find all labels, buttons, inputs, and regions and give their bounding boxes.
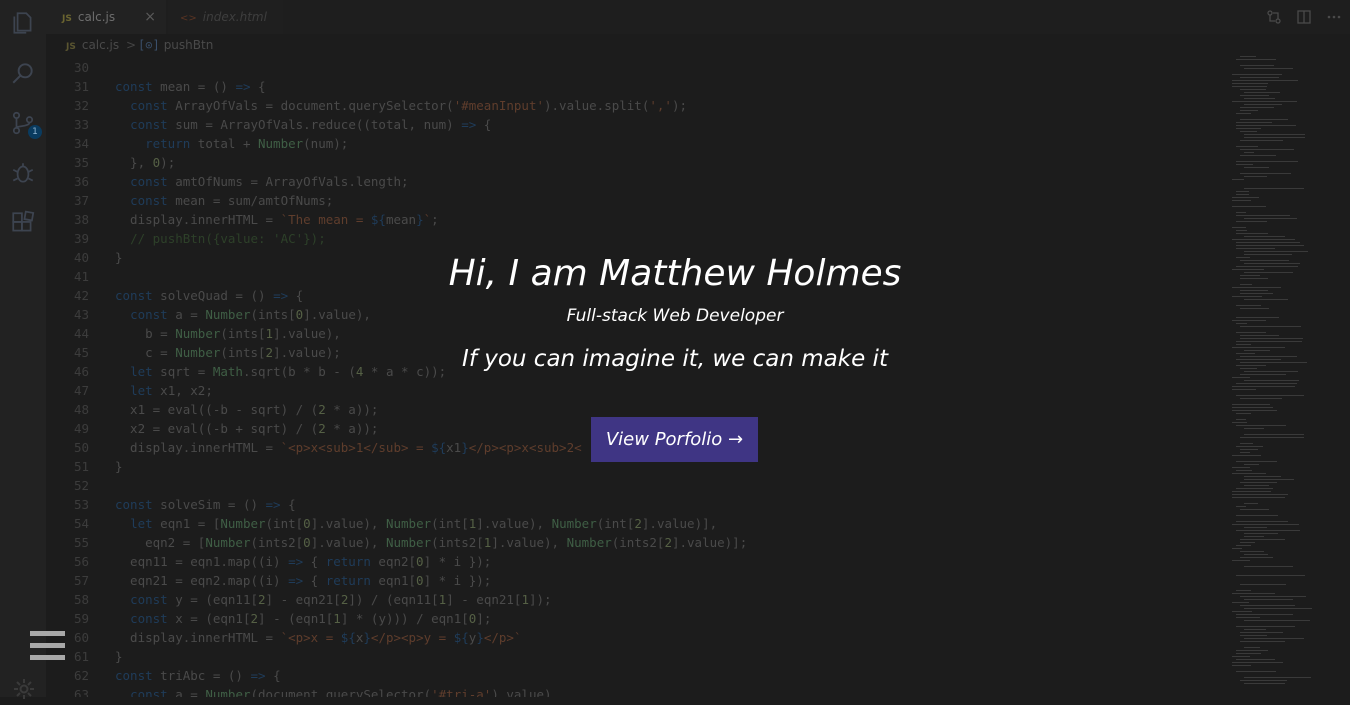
hero-overlay: Hi, I am Matthew Holmes Full-stack Web D… [0, 0, 1350, 697]
hero-title: Hi, I am Matthew Holmes [448, 253, 902, 294]
view-portfolio-button[interactable]: View Porfolio → [591, 417, 758, 462]
menu-bar-icon [30, 631, 65, 636]
hero-subtitle: Full-stack Web Developer [566, 306, 784, 326]
hamburger-menu-button[interactable] [30, 631, 65, 660]
menu-bar-icon [30, 655, 65, 660]
menu-bar-icon [30, 643, 65, 648]
hero-tagline: If you can imagine it, we can make it [462, 346, 888, 372]
settings-gear-icon[interactable] [12, 677, 36, 701]
